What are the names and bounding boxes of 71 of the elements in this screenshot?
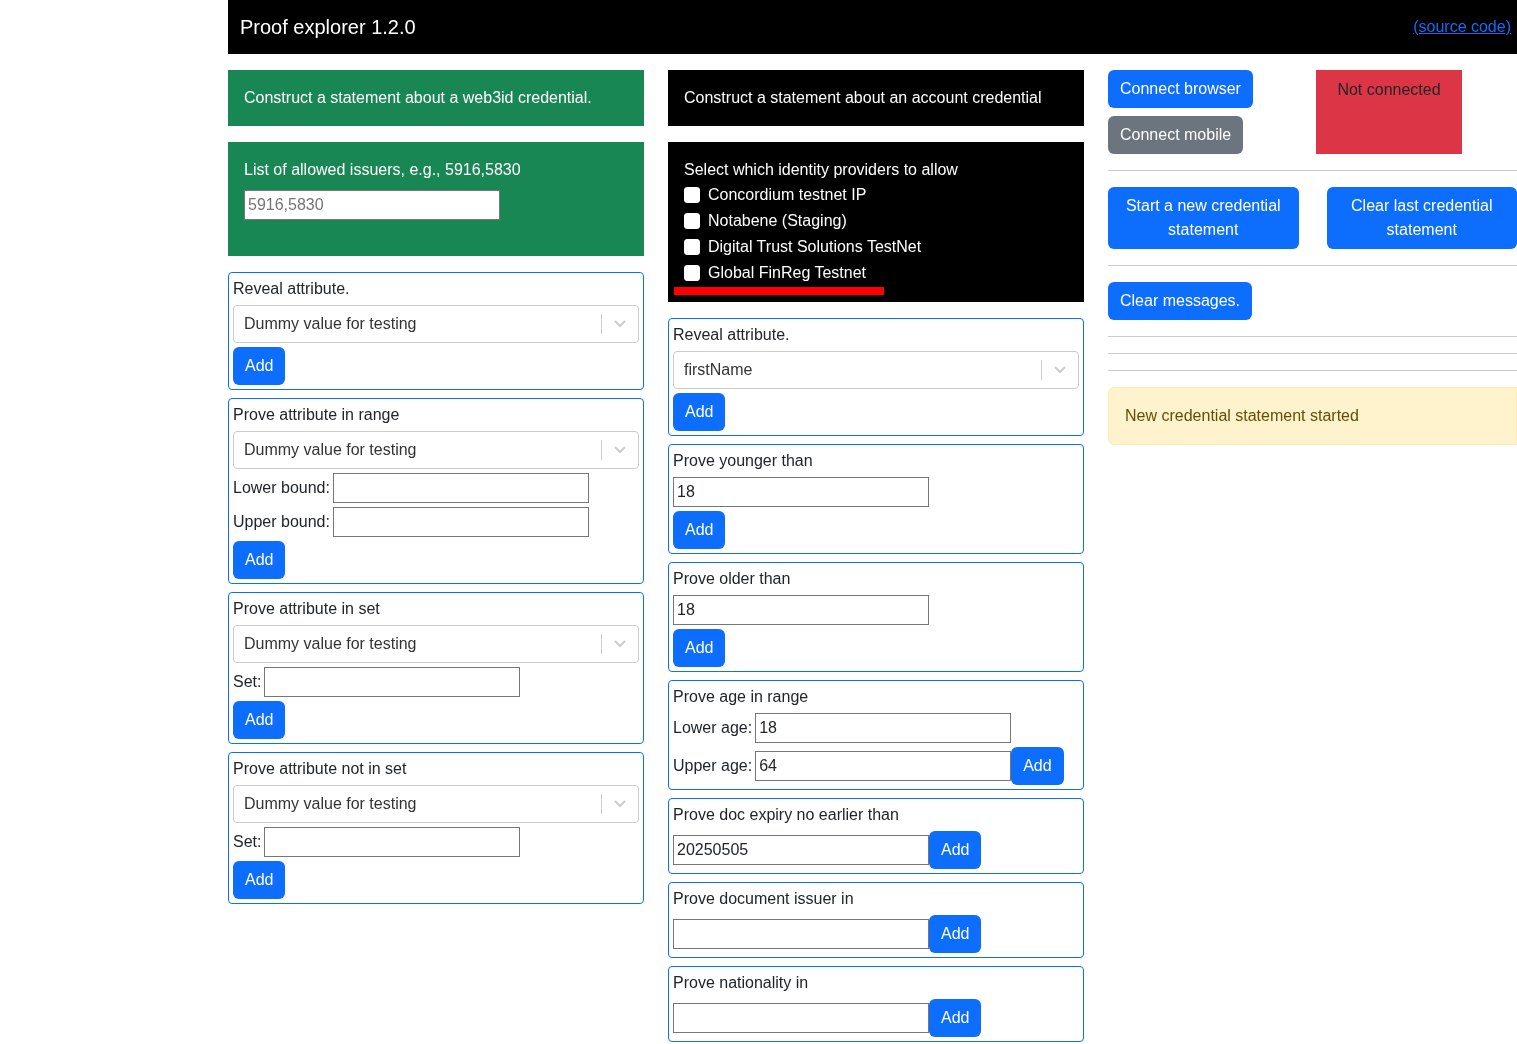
web3id-heading: Construct a statement about a web3id credential. xyxy=(228,70,644,126)
account-heading: Construct a statement about an account credential xyxy=(668,70,1084,126)
select-dropdown[interactable]: Dummy value for testing xyxy=(233,625,639,663)
add-button[interactable]: Add xyxy=(673,629,726,667)
card-title: Prove doc expiry no earlier than xyxy=(673,805,900,825)
message-alert: New credential statement started xyxy=(1108,387,1517,445)
issuers-input[interactable]: 5916,5830 xyxy=(244,190,500,220)
statement-button[interactable]: Clear last credential statement xyxy=(1326,187,1517,249)
add-button[interactable]: Add xyxy=(233,347,286,385)
input-field[interactable] xyxy=(332,473,589,503)
chevron-down-icon xyxy=(1054,366,1066,374)
select-dropdown[interactable]: Dummy value for testing xyxy=(233,431,639,469)
field-label: Lower bound: xyxy=(233,478,330,498)
card-title: Prove attribute in range xyxy=(233,405,401,425)
chevron-down-icon xyxy=(614,446,626,454)
card-title: Prove nationality in xyxy=(673,973,810,993)
field-label: Upper age: xyxy=(673,756,753,776)
card-title: Prove attribute in set xyxy=(233,599,381,619)
input-field[interactable] xyxy=(673,919,929,949)
card-title: Prove document issuer in xyxy=(673,889,855,909)
add-button[interactable]: Add xyxy=(673,393,726,431)
chevron-down-icon xyxy=(614,320,626,328)
provider-label: Notabene (Staging) xyxy=(708,211,847,231)
card-title: Reveal attribute. xyxy=(673,325,791,345)
card-title: Prove attribute not in set xyxy=(233,759,408,779)
input-field[interactable] xyxy=(332,507,589,537)
provider-label: Concordium testnet IP xyxy=(708,185,867,205)
add-button[interactable]: Add xyxy=(1011,747,1064,785)
input-field[interactable]: 64 xyxy=(755,751,1012,781)
input-field[interactable] xyxy=(673,1003,929,1033)
input-field[interactable]: 18 xyxy=(673,595,929,625)
connect-button[interactable]: Connect mobile xyxy=(1108,116,1244,154)
select-dropdown[interactable]: firstName xyxy=(673,351,1079,389)
connect-button[interactable]: Connect browser xyxy=(1108,70,1253,108)
select-dropdown[interactable]: Dummy value for testing xyxy=(233,785,639,823)
chevron-down-icon xyxy=(614,640,626,648)
add-button[interactable]: Add xyxy=(929,915,982,953)
statement-button[interactable]: Start a new credential statement xyxy=(1108,187,1299,249)
input-field[interactable]: 20250505 xyxy=(673,835,929,865)
provider-checkbox[interactable] xyxy=(684,213,700,229)
providers-label: Select which identity providers to allow xyxy=(684,160,959,180)
field-label: Upper bound: xyxy=(233,512,330,532)
add-button[interactable]: Add xyxy=(929,831,982,869)
provider-checkbox[interactable] xyxy=(684,239,700,255)
card-title: Prove older than xyxy=(673,569,792,589)
field-label: Lower age: xyxy=(673,718,753,738)
add-button[interactable]: Add xyxy=(673,511,726,549)
field-label: Set: xyxy=(233,672,262,692)
input-field[interactable]: 18 xyxy=(755,713,1012,743)
add-button[interactable]: Add xyxy=(233,861,286,899)
select-dropdown[interactable]: Dummy value for testing xyxy=(233,305,639,343)
input-field[interactable] xyxy=(264,827,521,857)
add-button[interactable]: Add xyxy=(233,701,286,739)
provider-checkbox[interactable] xyxy=(684,265,700,281)
connection-status: Not connected xyxy=(1316,70,1462,154)
add-button[interactable]: Add xyxy=(233,541,286,579)
card-title: Prove younger than xyxy=(673,451,814,471)
source-code-link[interactable]: (source code) xyxy=(1413,15,1511,39)
card-title: Reveal attribute. xyxy=(233,279,351,299)
provider-label: Digital Trust Solutions TestNet xyxy=(708,237,922,257)
issuers-label: List of allowed issuers, e.g., 5916,5830 xyxy=(244,160,522,180)
input-field[interactable]: 18 xyxy=(673,477,929,507)
card-title: Prove age in range xyxy=(673,687,810,707)
chevron-down-icon xyxy=(614,800,626,808)
clear-messages-button[interactable]: Clear messages. xyxy=(1108,282,1253,320)
provider-label: Global FinReg Testnet xyxy=(708,263,866,283)
app-title: Proof explorer 1.2.0 xyxy=(240,15,416,40)
field-label: Set: xyxy=(233,832,262,852)
add-button[interactable]: Add xyxy=(929,999,982,1037)
provider-checkbox[interactable] xyxy=(684,187,700,203)
input-field[interactable] xyxy=(264,667,521,697)
